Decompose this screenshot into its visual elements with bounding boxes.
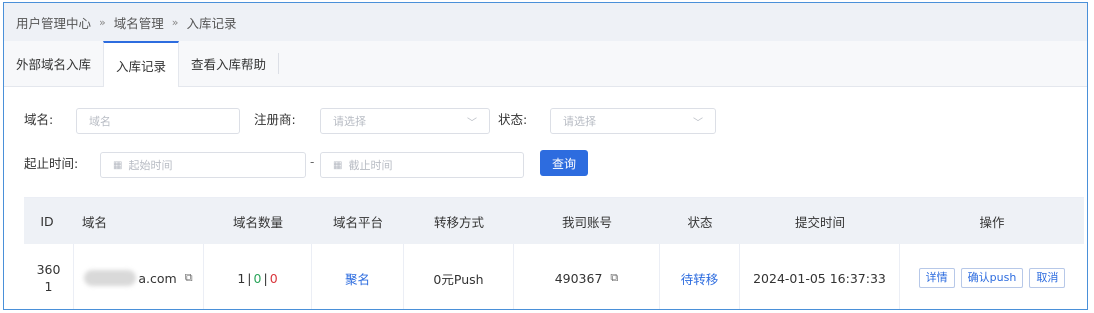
start-date-input[interactable]: ▦ 起始时间 xyxy=(100,152,306,178)
column-header-account: 我司账号 xyxy=(561,214,612,230)
count-success: 0 xyxy=(253,270,262,286)
tab-import-records[interactable]: 入库记录 xyxy=(103,41,180,87)
registrar-select-placeholder: 请选择 xyxy=(333,115,366,128)
query-button[interactable]: 查询 xyxy=(540,150,588,176)
copy-icon[interactable]: ⧉ xyxy=(610,271,618,285)
cell-transfer-method: 0元Push xyxy=(404,244,514,309)
domain-search-placeholder: 域名 xyxy=(89,115,111,128)
domain-search-input[interactable]: 域名 xyxy=(76,108,240,134)
column-header-submit-time: 提交时间 xyxy=(794,214,845,230)
column-header-transfer-method: 转移方式 xyxy=(433,214,484,230)
registrar-filter-label: 注册商: xyxy=(254,112,296,127)
calendar-icon: ▦ xyxy=(333,159,343,171)
table-row: 360 1 a.com ⧉ 1 | 0 | 0 聚名 0元Push 490367… xyxy=(24,244,1084,309)
tab-divider xyxy=(278,53,280,74)
cell-id: 360 1 xyxy=(24,244,74,309)
cell-domain-count: 1 | 0 | 0 xyxy=(204,244,312,309)
date-range-separator: - xyxy=(310,155,315,169)
cancel-button[interactable]: 取消 xyxy=(1029,268,1066,288)
status-select-placeholder: 请选择 xyxy=(563,115,596,128)
column-header-domain: 域名 xyxy=(82,214,108,230)
breadcrumb-item-current: 入库记录 xyxy=(186,15,237,31)
tab-import-help[interactable]: 查看入库帮助 xyxy=(179,41,278,86)
id-line-1: 360 xyxy=(36,262,61,277)
records-table: ID 域名 域名数量 域名平台 转移方式 我司账号 状态 提交时间 操作 360… xyxy=(24,197,1084,309)
platform-link[interactable]: 聚名 xyxy=(345,269,370,288)
redacted-domain-blur xyxy=(84,270,137,286)
status-filter-label: 状态: xyxy=(498,112,528,127)
start-date-placeholder: 起始时间 xyxy=(128,159,173,172)
status-pending-transfer[interactable]: 待转移 xyxy=(681,269,719,288)
confirm-push-button[interactable]: 确认push xyxy=(960,268,1024,288)
count-fail: 0 xyxy=(269,270,278,286)
chevron-down-icon: ﹀ xyxy=(467,118,477,129)
page-frame: 用户管理中心 » 域名管理 » 入库记录 外部域名入库 入库记录 查看入库帮助 … xyxy=(3,2,1088,310)
column-header-status: 状态 xyxy=(687,214,713,230)
table-header: ID 域名 域名数量 域名平台 转移方式 我司账号 状态 提交时间 操作 xyxy=(24,198,1084,244)
breadcrumb-separator: » xyxy=(171,15,179,29)
cell-submit-time: 2024-01-05 16:37:33 xyxy=(740,244,900,309)
breadcrumb-separator: » xyxy=(99,15,106,29)
registrar-select[interactable]: 请选择 ﹀ xyxy=(320,108,490,134)
column-header-platform: 域名平台 xyxy=(332,214,383,230)
breadcrumb-item-user-center[interactable]: 用户管理中心 xyxy=(16,13,91,32)
column-header-id: ID xyxy=(40,213,54,229)
cell-actions: 详情 确认push 取消 xyxy=(900,244,1084,309)
account-number: 490367 xyxy=(554,270,603,286)
domain-filter-label: 域名: xyxy=(24,112,54,127)
cell-platform: 聚名 xyxy=(312,244,404,309)
domain-name: a.com xyxy=(138,270,177,286)
copy-icon[interactable]: ⧉ xyxy=(185,271,193,285)
count-separator: | xyxy=(263,270,268,286)
cell-domain: a.com ⧉ xyxy=(74,244,204,309)
transfer-method: 0元Push xyxy=(433,271,484,287)
cell-status: 待转移 xyxy=(660,244,740,309)
calendar-icon: ▦ xyxy=(113,159,123,171)
tab-bar: 外部域名入库 入库记录 查看入库帮助 xyxy=(4,41,1087,87)
cell-account: 490367 ⧉ xyxy=(514,244,660,309)
status-select[interactable]: 请选择 ﹀ xyxy=(550,108,716,134)
breadcrumb: 用户管理中心 » 域名管理 » 入库记录 xyxy=(4,3,1087,41)
count-separator: | xyxy=(247,270,252,286)
date-range-label: 起止时间: xyxy=(24,156,79,171)
end-date-input[interactable]: ▦ 截止时间 xyxy=(320,152,524,178)
id-line-2: 1 xyxy=(44,279,53,294)
column-header-actions: 操作 xyxy=(979,214,1005,230)
count-total: 1 xyxy=(237,270,246,286)
filter-panel: 域名: 域名 注册商: 请选择 ﹀ 状态: 请选择 ﹀ 起止时间: ▦ 起始时间… xyxy=(4,87,1087,197)
end-date-placeholder: 截止时间 xyxy=(348,159,393,172)
submit-time: 2024-01-05 16:37:33 xyxy=(753,270,886,286)
tab-external-domain-import[interactable]: 外部域名入库 xyxy=(4,41,103,86)
column-header-domain-count: 域名数量 xyxy=(232,214,283,230)
chevron-down-icon: ﹀ xyxy=(693,118,703,129)
breadcrumb-item-domain-management[interactable]: 域名管理 xyxy=(114,13,164,32)
details-button[interactable]: 详情 xyxy=(918,268,955,288)
